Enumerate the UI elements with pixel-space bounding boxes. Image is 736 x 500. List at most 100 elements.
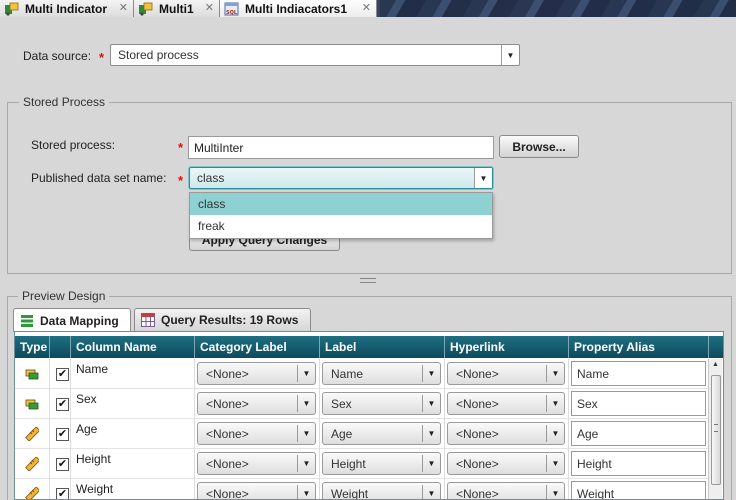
label-select[interactable]: Name ▼ <box>322 362 441 385</box>
category-label-select[interactable]: <None> ▼ <box>197 482 316 499</box>
chevron-down-icon[interactable]: ▼ <box>297 455 315 472</box>
close-icon[interactable]: ✕ <box>362 1 371 14</box>
chevron-down-icon[interactable]: ▼ <box>546 365 564 382</box>
header-category-label[interactable]: Category Label <box>195 336 320 358</box>
chevron-down-icon[interactable]: ▼ <box>297 365 315 382</box>
stored-process-field[interactable]: MultiInter <box>188 136 494 159</box>
chevron-down-icon[interactable]: ▼ <box>422 365 440 382</box>
hyperlink-select[interactable]: <None> ▼ <box>447 362 565 385</box>
chevron-down-icon[interactable]: ▼ <box>422 455 440 472</box>
category-label-select[interactable]: <None> ▼ <box>197 452 316 475</box>
include-checkbox[interactable]: ✔ <box>56 397 69 411</box>
category-label-select[interactable]: <None> ▼ <box>197 392 316 415</box>
table-row[interactable]: ✔ Sex <None> ▼ Sex ▼ <None> ▼ Sex <box>15 389 709 419</box>
dropdown-option-class[interactable]: class <box>190 193 492 215</box>
close-icon[interactable]: ✕ <box>205 1 214 14</box>
label-cell: Sex ▼ <box>320 389 445 419</box>
header-type[interactable]: Type <box>15 336 50 358</box>
chevron-down-icon[interactable]: ▼ <box>474 168 492 188</box>
indicator-report-icon <box>138 2 154 16</box>
required-marker: * <box>178 173 184 188</box>
include-cell: ✔ <box>50 479 71 499</box>
chevron-down-icon[interactable]: ▼ <box>297 395 315 412</box>
property-alias-field[interactable]: Height <box>571 451 706 476</box>
include-checkbox[interactable]: ✔ <box>56 457 69 471</box>
property-alias-cell: Sex <box>569 389 709 419</box>
hyperlink-select[interactable]: <None> ▼ <box>447 392 565 415</box>
header-property-alias[interactable]: Property Alias <box>569 336 709 358</box>
grid-vertical-scrollbar[interactable]: ▲ <box>708 359 722 499</box>
select-value: <None> <box>456 426 499 441</box>
table-row[interactable]: ✔ Name <None> ▼ Name ▼ <None> ▼ Name <box>15 359 709 389</box>
browse-button[interactable]: Browse... <box>499 135 579 158</box>
label-select[interactable]: Age ▼ <box>322 422 441 445</box>
category-label-cell: <None> ▼ <box>195 449 320 479</box>
document-tab-strip: Multi Indicator ✕ Multi1 ✕ SQL Multi Ind… <box>0 0 736 17</box>
chevron-down-icon[interactable]: ▼ <box>422 395 440 412</box>
tab-query-results[interactable]: Query Results: 19 Rows <box>134 308 311 331</box>
table-row[interactable]: ✔ Weight <None> ▼ Weight ▼ <None> ▼ Weight <box>15 479 709 499</box>
scrollbar-thumb[interactable] <box>711 375 721 485</box>
numeric-type-icon <box>15 419 50 449</box>
hyperlink-select[interactable]: <None> ▼ <box>447 452 565 475</box>
column-name-cell: Weight <box>71 479 195 499</box>
property-alias-field[interactable]: Sex <box>571 391 706 416</box>
property-alias-field[interactable]: Name <box>571 361 706 386</box>
chevron-down-icon[interactable]: ▼ <box>501 45 519 65</box>
required-marker: * <box>178 140 184 155</box>
tab-label: Data Mapping <box>40 313 119 328</box>
category-label-cell: <None> ▼ <box>195 479 320 499</box>
scroll-up-arrow-icon[interactable]: ▲ <box>712 361 719 368</box>
close-icon[interactable]: ✕ <box>119 1 128 14</box>
category-label-cell: <None> ▼ <box>195 359 320 389</box>
tab-data-mapping[interactable]: Data Mapping <box>13 308 131 332</box>
label-select[interactable]: Height ▼ <box>322 452 441 475</box>
published-data-set-dropdown: class freak <box>189 192 493 239</box>
header-label[interactable]: Label <box>320 336 445 358</box>
chevron-down-icon[interactable]: ▼ <box>422 485 440 499</box>
data-source-select[interactable]: Stored process ▼ <box>110 44 520 66</box>
stored-process-group-title: Stored Process <box>19 95 110 109</box>
chevron-down-icon[interactable]: ▼ <box>297 485 315 499</box>
include-checkbox[interactable]: ✔ <box>56 427 69 441</box>
dropdown-option-freak[interactable]: freak <box>190 215 492 237</box>
property-alias-cell: Weight <box>569 479 709 499</box>
doc-tab-multi1[interactable]: Multi1 ✕ <box>134 0 220 17</box>
label-cell: Height ▼ <box>320 449 445 479</box>
include-checkbox[interactable]: ✔ <box>56 487 69 499</box>
category-label-select[interactable]: <None> ▼ <box>197 362 316 385</box>
numeric-type-icon <box>15 449 50 479</box>
include-checkbox[interactable]: ✔ <box>56 367 69 381</box>
hyperlink-select[interactable]: <None> ▼ <box>447 482 565 499</box>
label-select[interactable]: Sex ▼ <box>322 392 441 415</box>
tabstrip-background-art <box>380 0 736 17</box>
select-value: Sex <box>331 396 352 411</box>
chevron-down-icon[interactable]: ▼ <box>422 425 440 442</box>
property-alias-field[interactable]: Age <box>571 421 706 446</box>
property-alias-field[interactable]: Weight <box>571 481 706 499</box>
chevron-down-icon[interactable]: ▼ <box>546 455 564 472</box>
select-value: <None> <box>206 456 249 471</box>
published-data-set-select[interactable]: class ▼ <box>189 167 493 189</box>
chevron-down-icon[interactable]: ▼ <box>546 425 564 442</box>
label-select[interactable]: Weight ▼ <box>322 482 441 499</box>
header-column-name[interactable]: Column Name <box>71 336 195 358</box>
doc-tab-multi-indicator[interactable]: Multi Indicator ✕ <box>0 0 134 17</box>
header-hyperlink[interactable]: Hyperlink <box>445 336 569 358</box>
category-label-select[interactable]: <None> ▼ <box>197 422 316 445</box>
table-row[interactable]: ✔ Height <None> ▼ Height ▼ <None> ▼ Height <box>15 449 709 479</box>
doc-tab-multi-indiacators1[interactable]: SQL Multi Indiacators1 ✕ <box>220 0 377 17</box>
hyperlink-cell: <None> ▼ <box>445 449 569 479</box>
table-row[interactable]: ✔ Age <None> ▼ Age ▼ <None> ▼ Age <box>15 419 709 449</box>
select-value: Name <box>331 366 364 381</box>
chevron-down-icon[interactable]: ▼ <box>297 425 315 442</box>
chevron-down-icon[interactable]: ▼ <box>546 485 564 499</box>
tab-label: Query Results: 19 Rows <box>161 313 299 327</box>
chevron-down-icon[interactable]: ▼ <box>546 395 564 412</box>
hyperlink-cell: <None> ▼ <box>445 479 569 499</box>
data-source-label: Data source: <box>23 49 92 63</box>
splitter-handle[interactable] <box>360 278 376 283</box>
header-include[interactable] <box>50 336 71 358</box>
include-cell: ✔ <box>50 359 71 389</box>
hyperlink-select[interactable]: <None> ▼ <box>447 422 565 445</box>
